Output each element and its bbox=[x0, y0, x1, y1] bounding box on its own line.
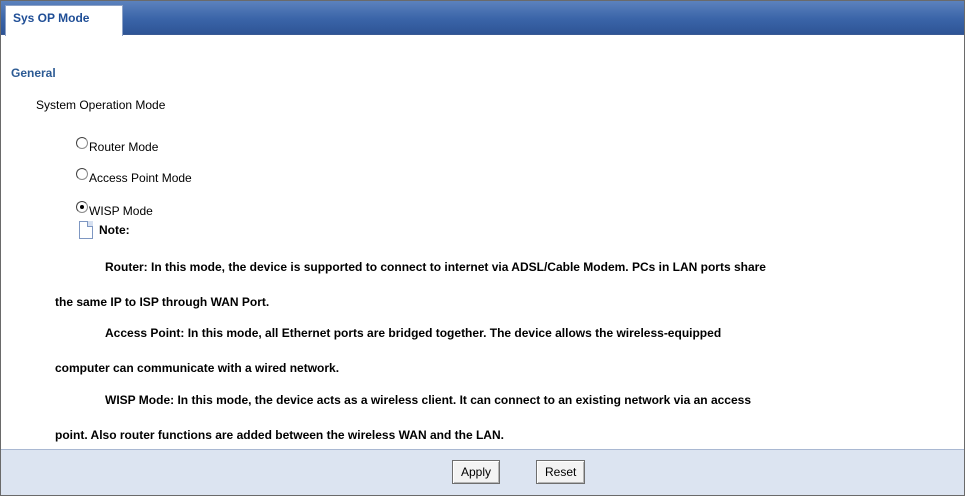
radio-wisp-mode[interactable] bbox=[76, 201, 88, 213]
option-router-mode[interactable]: Router Mode bbox=[76, 137, 159, 154]
tab-bar: Sys OP Mode bbox=[1, 1, 964, 36]
document-icon bbox=[79, 221, 93, 239]
system-operation-mode-label: System Operation Mode bbox=[36, 98, 166, 112]
button-footer: Apply Reset bbox=[1, 449, 964, 495]
radio-access-point-mode[interactable] bbox=[76, 168, 88, 180]
reset-button[interactable]: Reset bbox=[536, 460, 586, 484]
option-label-wisp-mode: WISP Mode bbox=[89, 204, 153, 218]
option-label-access-point-mode: Access Point Mode bbox=[89, 171, 192, 185]
apply-button[interactable]: Apply bbox=[452, 460, 501, 484]
section-title-general: General bbox=[11, 66, 56, 80]
tab-sys-op-mode[interactable]: Sys OP Mode bbox=[5, 5, 123, 36]
note-line-ap-1: Access Point: In this mode, all Ethernet… bbox=[105, 326, 722, 340]
sys-op-mode-panel: Sys OP Mode General System Operation Mod… bbox=[0, 0, 965, 496]
note-line-ap-2: computer can communicate with a wired ne… bbox=[55, 361, 340, 375]
note-line-router-1: Router: In this mode, the device is supp… bbox=[105, 260, 766, 274]
note-heading-row: Note: bbox=[79, 221, 130, 239]
note-line-wisp-2: point. Also router functions are added b… bbox=[55, 428, 504, 442]
note-line-wisp-1: WISP Mode: In this mode, the device acts… bbox=[105, 393, 751, 407]
option-wisp-mode[interactable]: WISP Mode bbox=[76, 201, 153, 218]
option-access-point-mode[interactable]: Access Point Mode bbox=[76, 168, 192, 185]
note-line-router-2: the same IP to ISP through WAN Port. bbox=[55, 295, 270, 309]
option-label-router-mode: Router Mode bbox=[89, 140, 159, 154]
note-heading: Note: bbox=[99, 223, 130, 237]
radio-router-mode[interactable] bbox=[76, 137, 88, 149]
